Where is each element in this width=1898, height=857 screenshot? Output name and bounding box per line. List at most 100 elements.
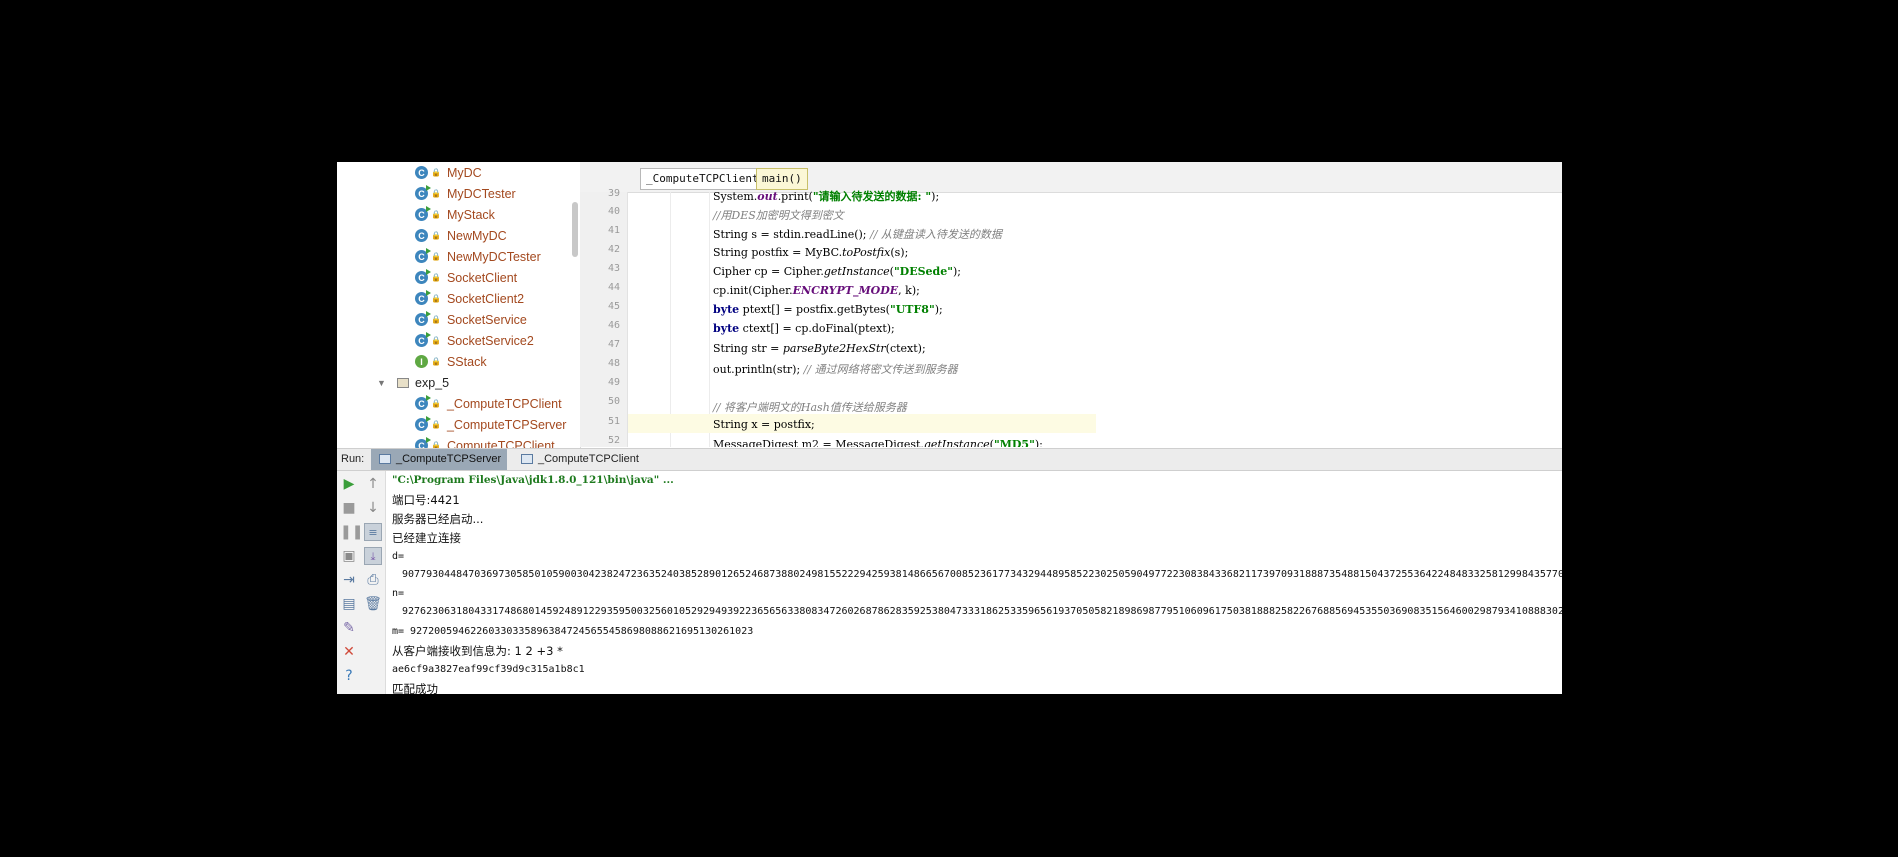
console-d-label: d=: [392, 551, 405, 562]
code-line: MessageDigest m2 = MessageDigest.getInst…: [713, 437, 1043, 447]
code-line: cp.init(Cipher.ENCRYPT_MODE, k);: [713, 284, 920, 297]
line-number: 51: [607, 416, 620, 427]
tree-item-label: SocketService: [446, 312, 527, 327]
interface-icon: I: [415, 355, 428, 368]
code-line: String postfix = MyBC.toPostfix(s);: [713, 245, 909, 259]
dump-threads-icon[interactable]: ▣: [340, 547, 358, 565]
soft-wrap-icon[interactable]: ≡: [364, 523, 382, 541]
code-editor[interactable]: _ComputeTCPClient main() 39 40 41 42 43 …: [580, 162, 1562, 447]
tree-item[interactable]: C 🔒 MyStack: [415, 204, 495, 225]
console-output[interactable]: "C:\Program Files\Java\jdk1.8.0_121\bin\…: [387, 471, 1562, 694]
run-label: Run:: [341, 453, 365, 465]
console-n-value: 9276230631804331748680145924891229359500…: [402, 606, 1562, 617]
console-match-line: 匹配成功: [392, 682, 438, 694]
runnable-class-icon: C: [415, 416, 431, 431]
tree-item[interactable]: C 🔒 SocketService2: [415, 330, 534, 351]
help-icon[interactable]: ?: [340, 667, 358, 685]
class-icon: C: [415, 229, 428, 242]
lock-icon: 🔒: [431, 273, 441, 282]
code-line: byte ptext[] = postfix.getBytes("UTF8");: [713, 303, 943, 317]
up-arrow-icon[interactable]: ↑: [364, 475, 382, 493]
class-icon: C: [415, 166, 428, 179]
lock-icon: 🔒: [431, 231, 441, 240]
console-d-value: 9077930448470369730585010590030423824723…: [402, 569, 1562, 580]
runnable-class-icon: C: [415, 332, 431, 347]
line-number: 42: [607, 244, 620, 255]
tree-item[interactable]: C 🔒 SocketClient: [415, 267, 517, 288]
tree-item[interactable]: C 🔒 NewMyDC: [415, 225, 507, 246]
tree-item[interactable]: C 🔒 SocketService: [415, 309, 527, 330]
console-m-line: m= 9272005946226033033589638472456554586…: [392, 626, 754, 637]
expand-arrow-icon[interactable]: ▼: [377, 378, 389, 388]
code-line: String str = parseByte2HexStr(ctext);: [713, 341, 926, 355]
code-line: //用DES加密明文得到密文: [713, 209, 844, 223]
print-icon[interactable]: ⎙: [364, 571, 382, 589]
line-number: 46: [607, 320, 620, 331]
down-arrow-icon[interactable]: ↓: [364, 499, 382, 517]
code-line: Cipher cp = Cipher.getInstance("DESede")…: [713, 264, 961, 278]
tree-folder-exp5[interactable]: ▼ exp_5: [377, 372, 449, 393]
run-tab-server[interactable]: _ComputeTCPServer: [371, 449, 508, 470]
runnable-class-icon: C: [415, 185, 431, 200]
pause-icon[interactable]: ❚❚: [340, 523, 363, 541]
close-icon[interactable]: ✕: [340, 643, 358, 661]
tree-item[interactable]: C 🔒 MyDCTester: [415, 183, 516, 204]
current-line-highlight: [628, 414, 1096, 433]
run-tab-label: _ComputeTCPClient: [538, 453, 639, 465]
run-toolbar-right: ↑ ↓ ≡ ⤓ ⎙ 🗑: [361, 471, 385, 694]
line-number: 50: [607, 396, 620, 407]
line-number: 43: [607, 263, 620, 274]
scroll-to-end-icon[interactable]: ⤓: [364, 547, 382, 565]
runnable-class-icon: C: [415, 206, 431, 221]
clear-all-icon[interactable]: 🗑: [364, 595, 382, 613]
rerun-icon[interactable]: ▶: [340, 475, 358, 493]
tree-item-label: SocketClient2: [446, 291, 525, 306]
code-line: // 将客户端明文的Hash值传送给服务器: [713, 401, 907, 415]
tree-item[interactable]: I 🔒 SStack: [415, 351, 487, 372]
tree-item[interactable]: C 🔒 MyDC: [415, 162, 482, 183]
project-tree: C 🔒 MyDC C 🔒 MyDCTester C 🔒 MyStack C 🔒 NewMyDC …: [337, 162, 581, 451]
lock-icon: 🔒: [431, 210, 441, 219]
pin-icon[interactable]: ✎: [340, 619, 358, 637]
line-number: 44: [607, 282, 620, 293]
run-tab-client[interactable]: _ComputeTCPClient: [513, 449, 645, 470]
runnable-class-icon: C: [415, 311, 431, 326]
tree-item-label: SocketClient: [446, 270, 518, 285]
toolbar-divider: [385, 471, 386, 694]
indent-guide: [670, 192, 671, 447]
lock-icon: 🔒: [431, 357, 441, 366]
code-line: System.out.print("请输入待发送的数据: ");: [713, 190, 940, 203]
runnable-class-icon: C: [415, 269, 431, 284]
stop-icon[interactable]: ■: [340, 499, 358, 517]
tree-scrollbar[interactable]: [572, 202, 578, 257]
tree-item-label: SocketService2: [446, 333, 534, 348]
run-toolbar-left: ▶ ■ ❚❚ ▣ ⇥ ▤ ✎ ✕ ?: [337, 471, 363, 694]
code-line: out.println(str); // 通过网络将密文传送到服务器: [713, 362, 958, 376]
tree-item[interactable]: C 🔒 NewMyDCTester: [415, 246, 541, 267]
line-number: 52: [607, 435, 620, 446]
breadcrumb-method[interactable]: main(): [756, 168, 808, 190]
tree-item[interactable]: C 🔒 _ComputeTCPClient: [415, 393, 562, 414]
code-line: byte ctext[] = cp.doFinal(ptext);: [713, 322, 895, 336]
console-tab-icon: [379, 454, 391, 464]
runnable-class-icon: C: [415, 290, 431, 305]
code-line: String s = stdin.readLine(); // 从键盘读入待发送…: [713, 228, 1002, 242]
tree-item-label: SStack: [446, 354, 487, 369]
breadcrumb-class[interactable]: _ComputeTCPClient: [640, 168, 765, 190]
console-connected-line: 已经建立连接: [392, 531, 461, 545]
tree-item[interactable]: C 🔒 _ComputeTCPServer: [415, 414, 566, 435]
tree-item[interactable]: C 🔒 SocketClient2: [415, 288, 524, 309]
lock-icon: 🔒: [431, 315, 441, 324]
line-number: 41: [607, 225, 620, 236]
tree-item-label: _ComputeTCPClient: [446, 396, 562, 411]
line-number: 48: [607, 358, 620, 369]
line-number: 47: [607, 339, 620, 350]
lock-icon: 🔒: [431, 420, 441, 429]
layout-icon[interactable]: ▤: [340, 595, 358, 613]
tree-item-label: _ComputeTCPServer: [446, 417, 567, 432]
exit-icon[interactable]: ⇥: [340, 571, 358, 589]
console-hash-line: ae6cf9a3827eaf99cf39d9c315a1b8c1: [392, 664, 585, 675]
lock-icon: 🔒: [431, 168, 441, 177]
lock-icon: 🔒: [431, 294, 441, 303]
lock-icon: 🔒: [431, 336, 441, 345]
